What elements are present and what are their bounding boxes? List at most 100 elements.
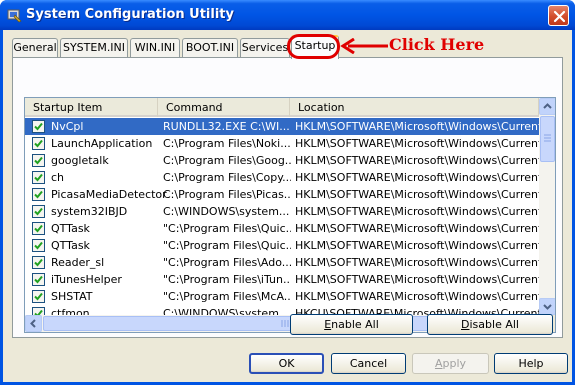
list-item[interactable]: PicasaMediaDetector C:\Program Files\Pica… — [25, 186, 539, 203]
checkmark-icon — [34, 207, 43, 216]
startup-item-location: HKLM\SOFTWARE\Microsoft\Windows\CurrentV… — [295, 137, 539, 150]
checkmark-icon — [34, 275, 43, 284]
startup-item-command: "C:\Program Files\Quic... — [163, 239, 291, 252]
list-item[interactable]: system32IBJD C:\WINDOWS\system... HKLM\SOF… — [25, 203, 539, 220]
startup-item-name: LaunchApplication — [51, 137, 153, 150]
startup-item-location: HKLM\SOFTWARE\Microsoft\Windows\CurrentV… — [295, 205, 539, 218]
scroll-up-button[interactable] — [539, 98, 555, 115]
list-item[interactable]: SHSTAT "C:\Program Files\McA... HKLM\SOFTW… — [25, 288, 539, 305]
apply-button[interactable]: Apply — [412, 353, 489, 374]
startup-item-name: googletalk — [51, 154, 109, 167]
startup-item-command: C:\Program Files\Goog... — [163, 154, 291, 167]
startup-item-checkbox[interactable] — [32, 188, 45, 201]
startup-item-command: C:\WINDOWS\system... — [163, 205, 290, 218]
startup-item-name: SHSTAT — [51, 290, 93, 303]
list-item[interactable]: QTTask "C:\Program Files\Quic... HKLM\SOFT… — [25, 237, 539, 254]
checkmark-icon — [34, 241, 43, 250]
list-header: Startup Item Command Location — [25, 98, 539, 117]
list-item[interactable]: NvCpl RUNDLL32.EXE C:\WI... HKLM\SOFTWARE\… — [25, 118, 539, 135]
startup-item-name: Reader_sl — [51, 256, 105, 269]
list-rows: NvCpl RUNDLL32.EXE C:\WI... HKLM\SOFTWARE\… — [25, 118, 539, 322]
ok-button[interactable]: OK — [249, 353, 324, 374]
system-configuration-window: System Configuration Utility General SYS… — [0, 0, 575, 385]
startup-item-location: HKLM\SOFTWARE\Microsoft\Windows\CurrentV… — [295, 171, 539, 184]
disable-all-mnemonic: D — [461, 318, 470, 331]
help-button[interactable]: Help — [494, 353, 568, 374]
checkmark-icon — [34, 122, 43, 131]
startup-item-name: system32IBJD — [51, 205, 128, 218]
startup-item-name: iTunesHelper — [51, 273, 122, 286]
enable-all-label: nable All — [331, 318, 379, 331]
startup-item-command: C:\Program Files\Noki... — [163, 137, 291, 150]
checkmark-icon — [34, 139, 43, 148]
checkmark-icon — [34, 173, 43, 182]
startup-item-name: NvCpl — [51, 120, 84, 133]
column-header-startup-item[interactable]: Startup Item — [25, 98, 158, 117]
startup-item-checkbox[interactable] — [32, 154, 45, 167]
chevron-up-icon — [543, 103, 552, 109]
dialog-body: General SYSTEM.INI WIN.INI BOOT.INI Serv… — [3, 30, 572, 382]
list-item[interactable]: LaunchApplication C:\Program Files\Noki..… — [25, 135, 539, 152]
startup-item-checkbox[interactable] — [32, 205, 45, 218]
startup-item-location: HKLM\SOFTWARE\Microsoft\Windows\CurrentV… — [295, 290, 539, 303]
cancel-button[interactable]: Cancel — [331, 353, 406, 374]
startup-item-location: HKLM\SOFTWARE\Microsoft\Windows\CurrentV… — [295, 239, 539, 252]
startup-item-command: C:\Program Files\Picas... — [163, 188, 291, 201]
tab-system-ini[interactable]: SYSTEM.INI — [60, 38, 128, 57]
startup-tab-highlight-oval — [287, 34, 340, 59]
list-item[interactable]: ch C:\Program Files\Copy... HKLM\SOFTWARE\… — [25, 169, 539, 186]
chevron-left-icon — [30, 319, 36, 328]
startup-item-checkbox[interactable] — [32, 171, 45, 184]
chevron-down-icon — [543, 304, 552, 310]
startup-item-checkbox[interactable] — [32, 239, 45, 252]
disable-all-label: isable All — [469, 318, 519, 331]
startup-item-command: "C:\Program Files\Quic... — [163, 222, 291, 235]
startup-item-command: RUNDLL32.EXE C:\WI... — [163, 120, 290, 133]
list-item[interactable]: Reader_sl "C:\Program Files\Ado... HKLM\SO… — [25, 254, 539, 271]
startup-item-name: QTTask — [51, 239, 90, 252]
apply-label: pply — [442, 357, 467, 370]
startup-item-command: "C:\Program Files\McA... — [163, 290, 291, 303]
title-bar[interactable]: System Configuration Utility — [0, 0, 575, 30]
startup-item-command: C:\Program Files\Copy... — [163, 171, 291, 184]
scroll-down-button[interactable] — [539, 298, 555, 315]
startup-item-name: QTTask — [51, 222, 90, 235]
startup-item-location: HKLM\SOFTWARE\Microsoft\Windows\CurrentV… — [295, 222, 539, 235]
list-item[interactable]: googletalk C:\Program Files\Goog... HKLM\S… — [25, 152, 539, 169]
column-header-location[interactable]: Location — [290, 98, 539, 117]
startup-item-checkbox[interactable] — [32, 120, 45, 133]
list-item[interactable]: iTunesHelper "C:\Program Files\iTun... HKL… — [25, 271, 539, 288]
startup-item-checkbox[interactable] — [32, 256, 45, 269]
tab-services[interactable]: Services — [240, 38, 290, 57]
tab-win-ini[interactable]: WIN.INI — [130, 38, 180, 57]
column-header-command[interactable]: Command — [158, 98, 290, 117]
startup-item-checkbox[interactable] — [32, 273, 45, 286]
startup-item-command: "C:\Program Files\Ado... — [163, 256, 291, 269]
startup-items-list[interactable]: Startup Item Command Location NvCpl RUNDL… — [24, 97, 556, 333]
click-here-annotation: Click Here — [389, 35, 485, 54]
startup-item-location: HKLM\SOFTWARE\Microsoft\Windows\CurrentV… — [295, 188, 539, 201]
window-title: System Configuration Utility — [26, 7, 234, 22]
startup-item-checkbox[interactable] — [32, 290, 45, 303]
startup-item-name: PicasaMediaDetector — [51, 188, 167, 201]
close-button[interactable] — [548, 5, 569, 26]
vertical-scroll-thumb[interactable] — [540, 116, 555, 162]
tab-general[interactable]: General — [12, 38, 58, 57]
app-icon — [7, 9, 22, 23]
checkmark-icon — [34, 190, 43, 199]
startup-item-checkbox[interactable] — [32, 222, 45, 235]
checkmark-icon — [34, 258, 43, 267]
startup-item-checkbox[interactable] — [32, 137, 45, 150]
list-item[interactable]: QTTask "C:\Program Files\Quic... HKLM\SOFT… — [25, 220, 539, 237]
disable-all-button[interactable]: Disable All — [427, 314, 553, 335]
tab-boot-ini[interactable]: BOOT.INI — [182, 38, 238, 57]
checkmark-icon — [34, 156, 43, 165]
startup-item-location: HKLM\SOFTWARE\Microsoft\Windows\CurrentV… — [295, 273, 539, 286]
enable-all-button[interactable]: Enable All — [290, 314, 413, 335]
arrow-left-icon — [340, 38, 388, 54]
checkmark-icon — [34, 224, 43, 233]
close-icon — [553, 10, 566, 23]
startup-item-location: HKLM\SOFTWARE\Microsoft\Windows\CurrentV… — [295, 120, 539, 133]
scroll-left-button[interactable] — [25, 315, 42, 332]
startup-item-location: HKLM\SOFTWARE\Microsoft\Windows\CurrentV… — [295, 256, 539, 269]
